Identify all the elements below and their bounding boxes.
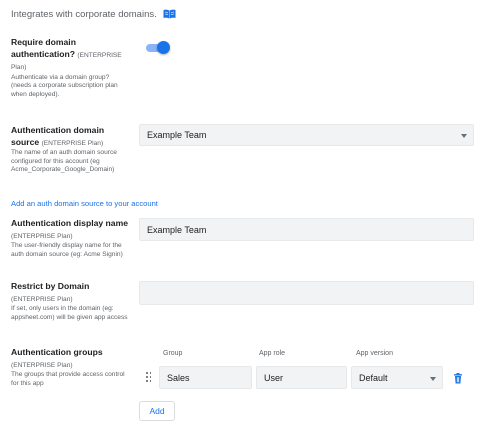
toggle-knob[interactable] xyxy=(157,41,170,54)
group-input[interactable]: Sales xyxy=(159,366,252,389)
require-auth-section: Require domain authentication? (ENTERPRI… xyxy=(11,37,131,99)
chevron-down-icon[interactable] xyxy=(430,376,436,381)
auth-groups-label: Authentication groups (ENTERPRISE Plan) xyxy=(11,347,103,369)
drag-handle-icon[interactable] xyxy=(146,372,152,382)
chevron-down-icon[interactable] xyxy=(461,134,467,138)
display-name-label: Authentication display name (ENTERPRISE … xyxy=(11,218,128,240)
auth-source-description: The name of an auth domain source config… xyxy=(11,149,117,174)
display-name-description: The user-friendly display name for the a… xyxy=(11,242,123,258)
require-auth-label: Require domain authentication? (ENTERPRI… xyxy=(11,37,122,71)
display-name-value: Example Team xyxy=(147,224,207,235)
auth-groups-description: The groups that provide access control f… xyxy=(11,371,125,387)
column-header-app-role: App role xyxy=(259,350,286,357)
require-auth-description: Authenticate via a domain group? (needs … xyxy=(11,73,118,98)
column-header-group: Group xyxy=(163,350,183,357)
display-name-input[interactable]: Example Team xyxy=(139,218,474,241)
trash-icon[interactable] xyxy=(453,371,463,389)
plan-badge: (ENTERPRISE Plan) xyxy=(41,139,104,147)
plan-badge: (ENTERPRISE Plan) xyxy=(11,295,73,303)
intro-text: Integrates with corporate domains. xyxy=(11,9,176,22)
auth-source-section: Authentication domain source (ENTERPRISE… xyxy=(11,125,131,175)
auth-source-select[interactable]: Example Team xyxy=(139,124,474,146)
restrict-domain-section: Restrict by Domain (ENTERPRISE Plan) If … xyxy=(11,281,131,322)
auth-groups-section: Authentication groups (ENTERPRISE Plan) … xyxy=(11,347,133,388)
intro-label: Integrates with corporate domains. xyxy=(11,9,157,20)
app-version-value: Default xyxy=(359,372,388,383)
restrict-domain-input[interactable] xyxy=(139,281,474,305)
column-header-app-version: App version xyxy=(356,350,393,357)
add-group-button[interactable]: Add xyxy=(139,401,175,421)
add-auth-source-link[interactable]: Add an auth domain source to your accoun… xyxy=(11,199,158,208)
app-version-select[interactable]: Default xyxy=(351,366,443,389)
group-value: Sales xyxy=(167,372,190,383)
auth-source-value: Example Team xyxy=(147,130,207,140)
app-role-value: User xyxy=(264,372,284,383)
auth-source-label: Authentication domain source (ENTERPRISE… xyxy=(11,125,105,147)
plan-badge: (ENTERPRISE Plan) xyxy=(11,232,73,240)
restrict-domain-label: Restrict by Domain (ENTERPRISE Plan) xyxy=(11,281,90,303)
restrict-domain-description: If set, only users in the domain (eg: ap… xyxy=(11,305,128,321)
display-name-section: Authentication display name (ENTERPRISE … xyxy=(11,218,131,259)
app-role-input[interactable]: User xyxy=(256,366,347,389)
plan-badge: (ENTERPRISE Plan) xyxy=(11,361,73,369)
book-icon[interactable] xyxy=(163,9,176,22)
